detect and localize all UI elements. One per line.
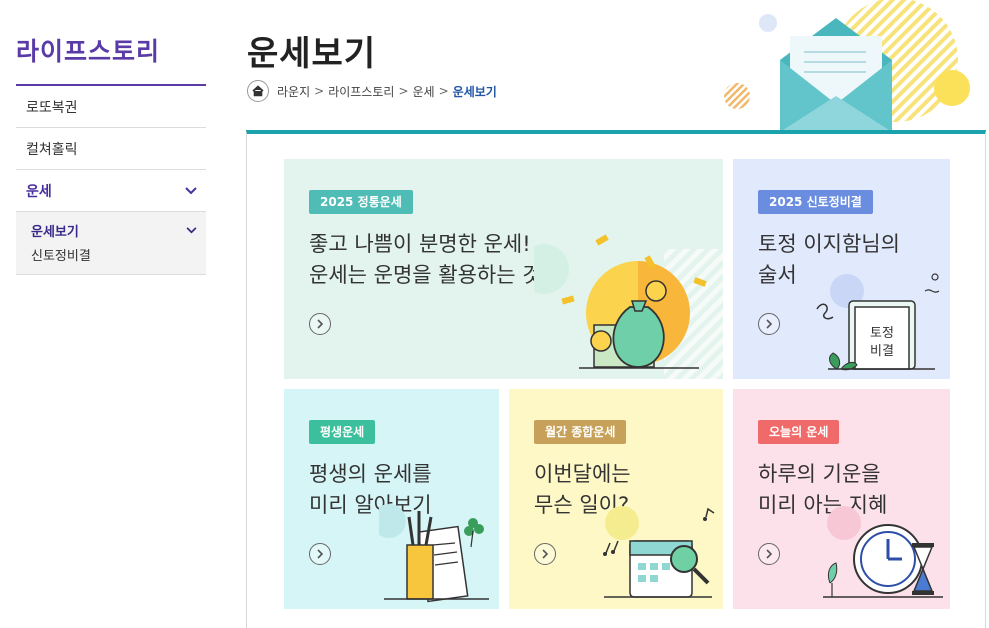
card-badge: 평생운세: [309, 420, 376, 444]
card-badge: 2025 정통운세: [309, 190, 413, 214]
breadcrumb-separator: >: [398, 84, 409, 98]
book-label: 비결: [870, 344, 894, 359]
card-today-fortune[interactable]: 오늘의 운세 하루의 기운을 미리 아는 지혜: [733, 389, 950, 609]
card-badge: 2025 신토정비결: [758, 190, 873, 214]
sidebar-item-fortune[interactable]: 운세: [16, 170, 206, 212]
card-text-line: 운세는 운명을 활용하는 것: [309, 263, 542, 287]
breadcrumb-item[interactable]: 운세: [413, 83, 435, 100]
submenu-item-label: 운세보기: [31, 224, 79, 240]
arrow-right-circle-icon[interactable]: [758, 543, 780, 565]
envelope-icon: [724, 0, 970, 132]
card-description: 좋고 나쁨이 분명한 운세! 운세는 운명을 활용하는 것: [309, 229, 542, 291]
breadcrumb-separator: >: [314, 84, 325, 98]
home-icon[interactable]: [247, 80, 269, 102]
sidebar-item-lotto[interactable]: 로또복권: [16, 86, 206, 128]
fortune-panel: 2025 정통운세 좋고 나쁨이 분명한 운세! 운세는 운명을 활용하는 것: [246, 130, 986, 628]
card-badge: 월간 종합운세: [534, 420, 627, 444]
arrow-right-circle-icon[interactable]: [758, 313, 780, 335]
card-text-line: 좋고 나쁨이 분명한 운세!: [309, 232, 531, 256]
submenu-item-label: 신토정비결: [31, 248, 91, 264]
chevron-down-icon: [184, 184, 198, 198]
chevron-down-icon: [184, 223, 198, 237]
card-text-line: 평생의 운세를: [309, 462, 432, 486]
book-label: 토정: [870, 326, 894, 341]
card-text-line: 이번달에는: [534, 462, 631, 486]
calendar-icon: [603, 506, 715, 598]
card-badge: 오늘의 운세: [758, 420, 840, 444]
breadcrumb-item[interactable]: 라이프스토리: [328, 83, 394, 100]
card-monthly-fortune[interactable]: 월간 종합운세 이번달에는 무슨 일이?: [509, 389, 723, 609]
page-title: 운세보기: [247, 34, 377, 74]
breadcrumb-current: 운세보기: [452, 84, 497, 99]
sidebar-item-label: 컬쳐홀릭: [26, 141, 78, 158]
card-text-line: 하루의 기운을: [758, 462, 881, 486]
card-yearly-fortune[interactable]: 2025 정통운세 좋고 나쁨이 분명한 운세! 운세는 운명을 활용하는 것: [284, 159, 723, 379]
card-tojeong-fortune[interactable]: 2025 신토정비결 토정 이지함님의 술서 토정 비결: [733, 159, 950, 379]
sidebar-item-label: 운세: [26, 183, 52, 200]
pencil-cup-icon: [379, 504, 489, 603]
breadcrumb-separator: >: [438, 84, 449, 98]
clock-icon: [823, 506, 943, 598]
arrow-right-circle-icon[interactable]: [309, 543, 331, 565]
submenu-item-fortune-view[interactable]: 운세보기: [31, 220, 198, 240]
book-icon: 토정 비결: [816, 273, 940, 371]
sidebar-item-label: 로또복권: [26, 99, 78, 116]
card-lifetime-fortune[interactable]: 평생운세 평생의 운세를 미리 알아보기: [284, 389, 499, 609]
money-bag-icon: [534, 234, 723, 379]
sidebar: 라이프스토리 로또복권 컬쳐홀릭 운세 운세보기 신토정비결: [16, 32, 206, 275]
card-text-line: 토정 이지함님의: [758, 232, 900, 256]
sidebar-brand[interactable]: 라이프스토리: [16, 32, 206, 86]
breadcrumb-item[interactable]: 라운지: [277, 83, 310, 100]
submenu-item-tojeong[interactable]: 신토정비결: [31, 244, 198, 264]
arrow-right-circle-icon[interactable]: [534, 543, 556, 565]
sidebar-item-culture[interactable]: 컬쳐홀릭: [16, 128, 206, 170]
arrow-right-circle-icon[interactable]: [309, 313, 331, 335]
sidebar-submenu: 운세보기 신토정비결: [16, 212, 206, 275]
breadcrumb: 라운지 > 라이프스토리 > 운세 > 운세보기: [247, 80, 497, 102]
